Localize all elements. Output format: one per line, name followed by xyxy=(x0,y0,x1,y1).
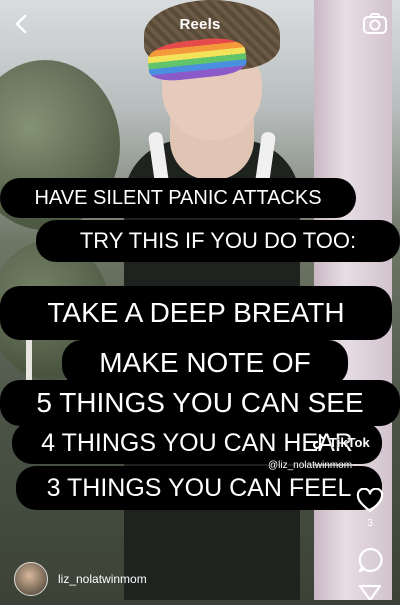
comment-icon[interactable] xyxy=(357,547,383,573)
like-count: 3 xyxy=(367,518,373,529)
caption-line: TRY THIS IF YOU DO TOO: xyxy=(36,220,400,262)
caption-line: TAKE A DEEP BREATH xyxy=(0,286,392,340)
send-icon[interactable] xyxy=(358,584,382,602)
chevron-left-icon[interactable] xyxy=(10,12,34,36)
author-row[interactable]: liz_nolatwinmom xyxy=(14,562,147,596)
top-bar: Reels xyxy=(0,0,400,48)
tiktok-watermark: TikTok xyxy=(312,434,370,450)
author-username[interactable]: liz_nolatwinmom xyxy=(58,572,147,586)
tiktok-icon xyxy=(312,434,325,450)
page-title: Reels xyxy=(179,15,221,33)
caption-line: HAVE SILENT PANIC ATTACKS xyxy=(0,178,356,218)
heart-icon[interactable] xyxy=(356,487,384,514)
tiktok-brand: TikTok xyxy=(329,434,370,450)
tiktok-handle: @liz_nolatwinmom xyxy=(268,460,353,471)
avatar[interactable] xyxy=(14,562,48,596)
caption-line: 3 THINGS YOU CAN FEEL xyxy=(16,466,382,510)
camera-icon[interactable] xyxy=(362,12,388,36)
caption-line: 5 THINGS YOU CAN SEE xyxy=(0,380,400,426)
